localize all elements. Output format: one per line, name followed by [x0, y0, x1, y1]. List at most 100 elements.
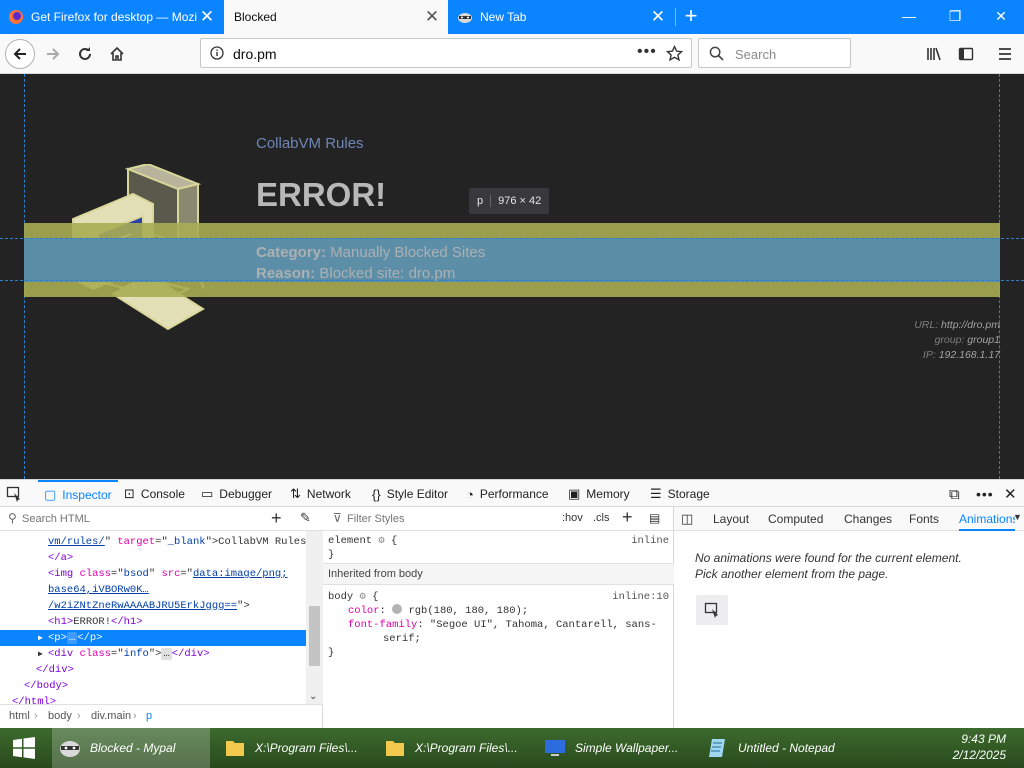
markup-line[interactable]: vm/rules/" target="_blank">CollabVM Rule…: [0, 534, 306, 550]
url-text[interactable]: dro.pm: [233, 46, 277, 62]
breadcrumb: html › body › div.main › p: [0, 704, 323, 728]
markup-line[interactable]: </a>: [0, 550, 306, 566]
breadcrumb-div-main[interactable]: div.main: [91, 710, 131, 722]
markup-view: ⚲ + ✎ vm/rules/" target="_blank">CollabV…: [0, 507, 323, 728]
close-tab-icon[interactable]: ✕: [422, 7, 442, 27]
expand-toggle-icon[interactable]: ▶: [38, 647, 48, 662]
search-bar[interactable]: Search: [698, 38, 851, 68]
rule-source[interactable]: inline:10: [612, 590, 669, 604]
toggle-sidebar-icon[interactable]: ◫: [681, 511, 693, 527]
scroll-down-icon[interactable]: ⌄: [309, 691, 317, 702]
bookmark-star-icon[interactable]: [666, 45, 683, 62]
tab-blocked[interactable]: Blocked ✕: [224, 0, 448, 34]
gear-icon[interactable]: ⚙: [360, 591, 366, 603]
tab-performance[interactable]: ◔ Performance: [466, 480, 549, 508]
markup-line[interactable]: base64,iVBORw0K…: [0, 582, 306, 598]
tab-changes[interactable]: Changes: [844, 507, 892, 531]
markup-scrollbar[interactable]: ⌄: [306, 531, 323, 704]
markup-line[interactable]: <img class="bsod" src="data:image/png;: [0, 566, 306, 582]
forward-arrow-icon: [47, 48, 60, 60]
tab-style-editor[interactable]: {} Style Editor: [372, 480, 448, 508]
close-tab-icon[interactable]: ✕: [648, 7, 668, 27]
forward-button[interactable]: [37, 38, 69, 70]
breadcrumb-body[interactable]: body: [48, 710, 72, 722]
markup-line[interactable]: /w2iZNtZneRwAAAABJRU5ErkJggg==">: [0, 598, 306, 614]
breadcrumb-html[interactable]: html: [9, 710, 30, 722]
collabvm-rules-link[interactable]: CollabVM Rules: [256, 135, 364, 152]
add-node-button[interactable]: +: [271, 508, 282, 529]
taskbar-item-mypal[interactable]: Blocked - Mypal: [52, 728, 210, 768]
windows-logo-icon: [13, 737, 35, 759]
pick-element-button[interactable]: [696, 595, 728, 625]
taskbar-item-simple-wallpaper[interactable]: Simple Wallpaper...: [537, 728, 697, 768]
tab-inspector[interactable]: ▢ Inspector: [38, 480, 118, 508]
info-icon[interactable]: [210, 46, 224, 60]
markup-token: <img: [48, 568, 80, 580]
page-actions-icon[interactable]: •••: [637, 43, 657, 61]
rule-source[interactable]: inline: [631, 534, 669, 548]
no-animations-message: No animations were found for the current…: [695, 550, 962, 582]
add-rule-button[interactable]: +: [622, 507, 633, 528]
reload-button[interactable]: [69, 38, 101, 70]
taskbar-item-explorer-1[interactable]: X:\Program Files\...: [217, 728, 373, 768]
tab-get-firefox[interactable]: Get Firefox for desktop — Mozill ✕: [0, 0, 223, 34]
markup-line[interactable]: </div>: [0, 662, 306, 678]
search-html-input[interactable]: [22, 510, 252, 528]
library-button[interactable]: [918, 38, 950, 70]
tab-fonts[interactable]: Fonts: [909, 507, 939, 531]
gear-icon[interactable]: ⚙: [378, 535, 384, 547]
tab-network[interactable]: ⇅ Network: [290, 480, 351, 508]
tab-memory[interactable]: ▣ Memory: [568, 480, 630, 508]
markup-search[interactable]: ⚲ + ✎: [0, 507, 323, 531]
new-tab-button[interactable]: +: [680, 5, 702, 28]
hov-toggle[interactable]: :hov: [562, 512, 583, 524]
url-bar[interactable]: dro.pm •••: [200, 38, 692, 68]
menu-button[interactable]: [989, 38, 1021, 70]
tab-layout[interactable]: Layout: [713, 507, 749, 531]
restore-button[interactable]: ❐: [932, 0, 978, 34]
chevron-down-icon[interactable]: ▼: [1013, 512, 1022, 522]
taskbar-item-notepad[interactable]: Untitled - Notepad: [700, 728, 860, 768]
tab-storage[interactable]: ☰ Storage: [650, 480, 710, 508]
tab-animations[interactable]: Animations: [959, 507, 1015, 531]
taskbar-item-explorer-2[interactable]: X:\Program Files\...: [377, 728, 533, 768]
element-picker-button[interactable]: [6, 480, 28, 508]
prop-value[interactable]: "Segoe UI", Tahoma, Cantarell, sans-: [430, 619, 657, 631]
markup-line[interactable]: </body>: [0, 678, 306, 694]
close-window-button[interactable]: ✕: [978, 0, 1024, 34]
prop-name[interactable]: color: [348, 605, 380, 617]
eyedropper-icon[interactable]: ✎: [300, 510, 311, 526]
expand-toggle-icon[interactable]: ▶: [38, 631, 48, 646]
close-tab-icon[interactable]: ✕: [197, 7, 217, 27]
print-media-icon[interactable]: ▤: [649, 511, 660, 525]
color-swatch[interactable]: [392, 604, 403, 614]
markup-line[interactable]: <h1>ERROR!</h1>: [0, 614, 306, 630]
ip-label: IP:: [922, 349, 936, 361]
home-button[interactable]: [101, 38, 133, 70]
markup-line[interactable]: ▶ <p>… </p>: [0, 630, 306, 646]
dock-toggle-button[interactable]: ⧉: [949, 480, 960, 508]
prop-name[interactable]: font-family: [348, 619, 417, 631]
devtools-menu-button[interactable]: •••: [976, 480, 994, 508]
tab-computed[interactable]: Computed: [768, 507, 823, 531]
tab-debugger[interactable]: ▭ Debugger: [201, 480, 272, 508]
start-button[interactable]: [0, 728, 48, 768]
firefox-icon: [9, 10, 23, 24]
scroll-thumb[interactable]: [309, 606, 320, 666]
sidebar-panel: ◫ Layout Computed Changes Fonts Animatio…: [674, 507, 1024, 728]
markup-line[interactable]: ▶ <div class="info">… </div>: [0, 646, 306, 662]
system-clock[interactable]: 9:43 PM 2/12/2025: [953, 731, 1006, 763]
sidebar-button[interactable]: [950, 38, 982, 70]
breadcrumb-p[interactable]: p: [146, 710, 152, 722]
filter-styles-input[interactable]: [347, 510, 547, 528]
raccoon-icon: [458, 13, 472, 23]
minimize-button[interactable]: —: [886, 0, 932, 34]
rule-selector: element: [328, 535, 373, 547]
network-icon: ⇅: [290, 486, 301, 501]
cls-toggle[interactable]: .cls: [593, 512, 610, 524]
prop-value[interactable]: rgb(180, 180, 180);: [408, 605, 528, 617]
close-devtools-button[interactable]: ✕: [1004, 480, 1017, 508]
back-button[interactable]: [5, 39, 35, 69]
tab-new-tab[interactable]: New Tab ✕: [449, 0, 674, 34]
tab-console[interactable]: ⊡ Console: [124, 480, 185, 508]
